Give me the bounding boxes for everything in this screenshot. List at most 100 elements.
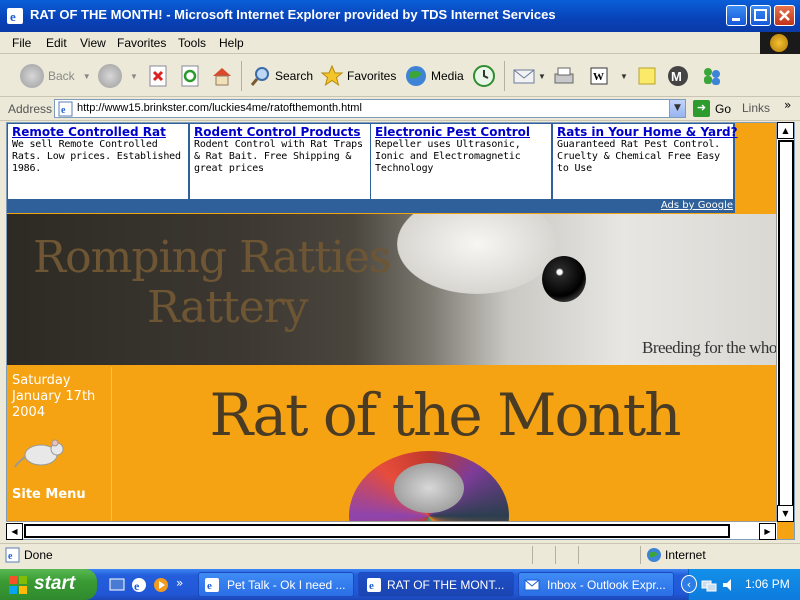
- menu-file[interactable]: File: [12, 36, 31, 50]
- favorites-button[interactable]: Favorites: [320, 63, 396, 89]
- chevron-down-icon[interactable]: ▼: [620, 72, 628, 81]
- title-bar[interactable]: e RAT OF THE MONTH! - Microsoft Internet…: [0, 0, 800, 32]
- ad-link[interactable]: Rodent Control Products: [194, 125, 366, 139]
- task-label: RAT OF THE MONT...: [387, 578, 505, 592]
- address-input[interactable]: e http://www15.brinkster.com/luckies4me/…: [54, 99, 686, 118]
- home-button[interactable]: [210, 63, 234, 89]
- menu-tools[interactable]: Tools: [178, 36, 206, 50]
- minimize-button[interactable]: [726, 5, 747, 26]
- svg-text:M: M: [671, 69, 682, 84]
- date-month-day: January 17th: [12, 389, 96, 404]
- search-button[interactable]: Search: [250, 63, 313, 89]
- page-done-icon: e: [5, 547, 20, 563]
- go-label: Go: [715, 101, 732, 116]
- note-icon: [638, 67, 656, 85]
- status-divider: [532, 546, 533, 564]
- site-menu-heading[interactable]: Site Menu: [12, 487, 86, 502]
- ad-item: Remote Controlled Rat We sell Remote Con…: [8, 124, 188, 199]
- maximize-button[interactable]: [750, 5, 771, 26]
- go-button[interactable]: ➜ Go: [693, 100, 731, 117]
- status-bar: e Done Internet: [0, 543, 800, 565]
- banner-title-line1: Romping Ratties: [33, 232, 391, 283]
- address-dropdown-button[interactable]: ▼: [669, 100, 685, 117]
- close-button[interactable]: [774, 5, 795, 26]
- discuss-button[interactable]: [636, 63, 658, 89]
- edit-button[interactable]: W ▼: [588, 63, 628, 89]
- mail-button[interactable]: ▼: [512, 63, 546, 89]
- site-banner: Romping Ratties Rattery Breeding for the…: [7, 214, 777, 365]
- ie-task-icon: e: [367, 578, 381, 592]
- print-button[interactable]: [552, 63, 576, 89]
- windows-logo: [760, 32, 800, 54]
- quicklaunch-ie-icon[interactable]: e: [130, 576, 148, 594]
- media-button[interactable]: Media: [404, 63, 464, 89]
- rat-clipart-icon: [14, 439, 64, 468]
- links-chevron-icon[interactable]: »: [784, 98, 791, 112]
- tray-expand-chevron-icon[interactable]: ‹: [681, 575, 697, 593]
- start-button[interactable]: start: [0, 569, 97, 600]
- forward-button[interactable]: ▼: [98, 63, 138, 89]
- ads-by-google-link[interactable]: Ads by Google: [661, 200, 733, 211]
- chevron-down-icon[interactable]: ▼: [538, 72, 546, 81]
- scroll-up-button[interactable]: ▲: [777, 122, 794, 139]
- stop-button[interactable]: [148, 63, 170, 89]
- menu-edit[interactable]: Edit: [46, 36, 67, 50]
- messenger-m-button[interactable]: M: [666, 63, 690, 89]
- status-text: Done: [24, 548, 53, 562]
- start-label: start: [34, 573, 76, 594]
- security-zone-text: Internet: [665, 548, 706, 562]
- quicklaunch-chevron-icon[interactable]: »: [176, 576, 183, 590]
- vertical-scroll-thumb[interactable]: [778, 140, 794, 520]
- address-bar: Address e http://www15.brinkster.com/luc…: [0, 97, 800, 121]
- ad-section: Remote Controlled Rat We sell Remote Con…: [7, 123, 777, 213]
- page-viewport: Remote Controlled Rat We sell Remote Con…: [6, 122, 795, 540]
- quicklaunch-show-desktop-icon[interactable]: [108, 576, 126, 594]
- messenger-buddies-icon: [704, 68, 720, 85]
- ad-link[interactable]: Remote Controlled Rat: [12, 125, 184, 139]
- sidebar: Saturday January 17th 2004 Site Menu: [7, 367, 112, 539]
- window-title: RAT OF THE MONTH! - Microsoft Internet E…: [30, 7, 556, 22]
- refresh-button[interactable]: [180, 63, 202, 89]
- toolbar-separator: [241, 61, 242, 91]
- ad-item: Electronic Pest Control Repeller uses Ul…: [371, 124, 551, 199]
- volume-icon[interactable]: [721, 577, 737, 593]
- scroll-right-button[interactable]: ▶: [759, 523, 776, 540]
- status-divider: [555, 546, 556, 564]
- vertical-scrollbar[interactable]: ▲ ▼: [776, 122, 794, 522]
- stop-icon: [149, 65, 167, 87]
- menu-help[interactable]: Help: [219, 36, 244, 50]
- taskbar-clock[interactable]: 1:06 PM: [745, 577, 790, 591]
- back-button[interactable]: Back ▼: [20, 63, 91, 89]
- history-button[interactable]: [472, 63, 496, 89]
- word-icon: W: [590, 67, 608, 85]
- menu-favorites[interactable]: Favorites: [117, 36, 166, 50]
- ie-task-icon: e: [205, 578, 219, 592]
- svg-text:e: e: [8, 551, 13, 562]
- horizontal-scroll-thumb[interactable]: [24, 524, 730, 538]
- ad-link[interactable]: Rats in Your Home & Yard?: [557, 125, 738, 139]
- chevron-down-icon[interactable]: ▼: [130, 72, 138, 81]
- search-label: Search: [275, 69, 314, 83]
- links-button[interactable]: Links: [742, 101, 770, 115]
- taskbar-task-outlook-inbox[interactable]: Inbox - Outlook Expr...: [518, 572, 674, 597]
- horizontal-scrollbar[interactable]: ◀ ▶: [6, 521, 777, 540]
- ad-link[interactable]: Electronic Pest Control: [375, 125, 547, 139]
- refresh-icon: [181, 65, 199, 87]
- messenger-button[interactable]: [700, 63, 724, 89]
- favorites-label: Favorites: [347, 69, 397, 83]
- ad-text: We sell Remote Controlled Rats. Low pric…: [12, 139, 181, 174]
- back-label: Back: [48, 69, 75, 83]
- address-url: http://www15.brinkster.com/luckies4me/ra…: [77, 102, 362, 114]
- menu-view[interactable]: View: [80, 36, 106, 50]
- ie-app-icon[interactable]: e: [6, 7, 24, 25]
- taskbar-task-pet-talk[interactable]: Pet Talk - Ok I need ...: [198, 572, 354, 597]
- search-icon: [250, 67, 269, 86]
- network-icon[interactable]: [701, 577, 717, 593]
- chevron-down-icon[interactable]: ▼: [83, 72, 91, 81]
- scroll-down-button[interactable]: ▼: [777, 505, 794, 522]
- m-logo-icon: M: [668, 66, 688, 86]
- scroll-left-button[interactable]: ◀: [6, 523, 23, 540]
- svg-text:e: e: [10, 9, 16, 24]
- history-icon: [473, 65, 495, 87]
- quicklaunch-media-player-icon[interactable]: [152, 576, 170, 594]
